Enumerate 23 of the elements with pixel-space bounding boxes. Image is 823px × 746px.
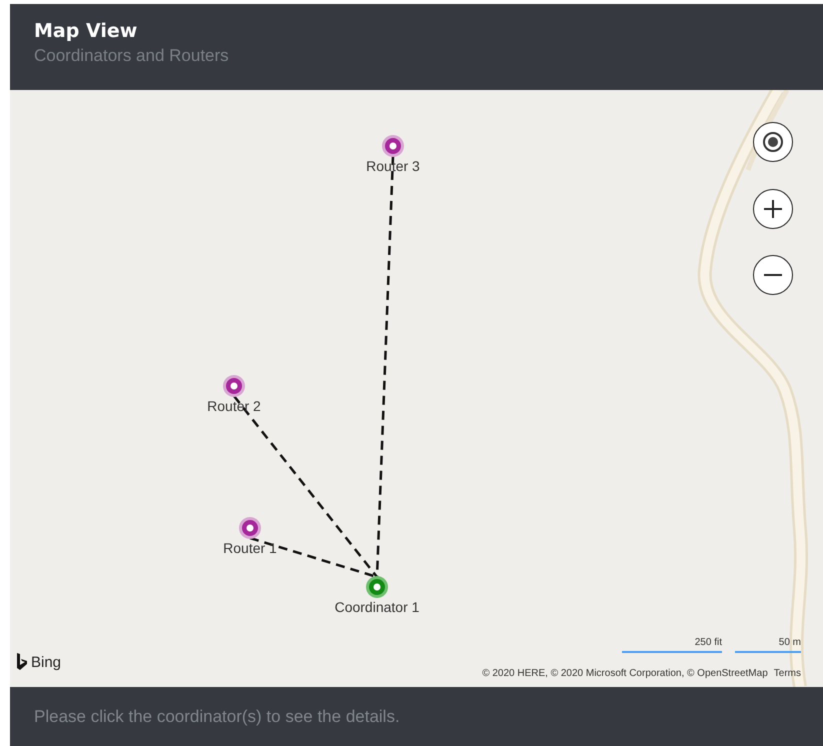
router-pin[interactable]: [238, 516, 262, 540]
copyright-text: © 2020 HERE, © 2020 Microsoft Corporation, © OpenStreetMap: [482, 668, 768, 679]
bing-logo-icon: [16, 653, 28, 671]
terms-link[interactable]: Terms: [774, 668, 801, 679]
zoom-in-button[interactable]: [753, 189, 793, 229]
router-pin[interactable]: [381, 134, 405, 158]
panel-title: Map View: [34, 20, 138, 42]
node-label: Router 2: [207, 398, 261, 414]
scale-bar: 50 m: [735, 637, 801, 653]
panel-subtitle: Coordinators and Routers: [34, 46, 230, 66]
node-label: Router 3: [366, 158, 420, 174]
zoom-out-button[interactable]: [753, 255, 793, 295]
footer-hint: Please click the coordinator(s) to see the details.: [34, 706, 400, 726]
plus-icon: [763, 199, 783, 219]
minus-icon: [763, 273, 783, 277]
node-label: Router 1: [223, 540, 277, 556]
locate-button[interactable]: [753, 122, 793, 162]
locate-icon: [762, 131, 784, 153]
brand-label: Bing: [31, 654, 62, 670]
scale-bar: 250 fit: [622, 637, 722, 653]
router-pin[interactable]: [222, 374, 246, 398]
node-label: Coordinator 1: [334, 599, 420, 615]
coordinator-pin[interactable]: [365, 575, 389, 599]
